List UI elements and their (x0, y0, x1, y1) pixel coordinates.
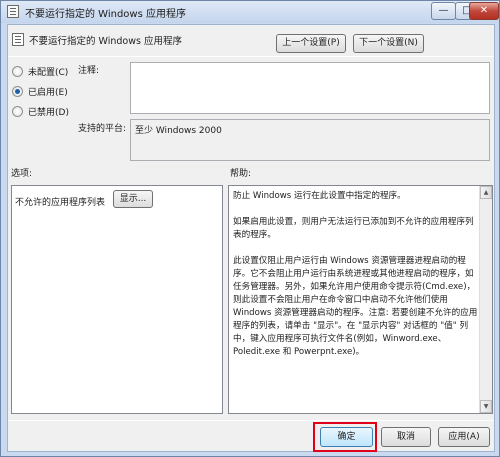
ok-button-highlight (313, 422, 377, 452)
platform-value: 至少 Windows 2000 (135, 126, 222, 136)
cancel-button[interactable]: 取消 (381, 427, 431, 447)
help-paragraph: 如果启用此设置，则用户无法运行已添加到不允许的应用程序列表的程序。 (233, 217, 474, 240)
title-bar[interactable]: 不要运行指定的 Windows 应用程序 — □ ✕ (1, 1, 499, 23)
close-button[interactable]: ✕ (469, 2, 499, 20)
radio-not-configured-circle[interactable] (12, 66, 23, 77)
radio-disabled-circle[interactable] (12, 106, 23, 117)
setting-title: 不要运行指定的 Windows 应用程序 (29, 36, 182, 47)
minimize-button[interactable]: — (431, 2, 456, 20)
platform-label: 支持的平台: (78, 124, 127, 134)
help-panel: 防止 Windows 运行在此设置中指定的程序。 如果启用此设置，则用户无法运行… (228, 185, 493, 414)
scroll-up-arrow-icon[interactable]: ▲ (480, 186, 492, 199)
setting-icon (12, 33, 24, 46)
window-title: 不要运行指定的 Windows 应用程序 (25, 9, 186, 20)
header-separator (8, 56, 494, 57)
help-paragraph: 此设置仅阻止用户运行由 Windows 资源管理器进程启动的程序。它不会阻止用户… (233, 256, 478, 357)
next-setting-button[interactable]: 下一个设置(N) (353, 34, 424, 53)
show-list-button[interactable]: 显示... (113, 190, 153, 208)
dialog-window: 不要运行指定的 Windows 应用程序 — □ ✕ 不要运行指定的 Windo… (0, 0, 500, 457)
policy-icon (7, 5, 19, 18)
radio-not-configured-label[interactable]: 未配置(C) (28, 65, 68, 78)
help-section-label: 帮助: (230, 169, 252, 179)
platform-field: 至少 Windows 2000 (130, 119, 490, 161)
help-scrollbar[interactable]: ▲ ▼ (479, 186, 492, 413)
radio-enabled-circle[interactable] (12, 86, 23, 97)
footer-separator (8, 420, 494, 421)
radio-disabled-label[interactable]: 已禁用(D) (28, 105, 69, 118)
disallowed-list-label: 不允许的应用程序列表 (15, 198, 106, 208)
dialog-client: 不要运行指定的 Windows 应用程序 上一个设置(P) 下一个设置(N) 未… (7, 24, 495, 452)
options-panel: 不允许的应用程序列表 显示... (11, 185, 223, 414)
previous-setting-button[interactable]: 上一个设置(P) (276, 34, 346, 53)
help-paragraph: 防止 Windows 运行在此设置中指定的程序。 (233, 191, 406, 201)
options-section-label: 选项: (11, 169, 33, 179)
comment-input[interactable] (130, 62, 490, 114)
radio-enabled-label[interactable]: 已启用(E) (28, 85, 68, 98)
scroll-down-arrow-icon[interactable]: ▼ (480, 400, 492, 413)
comment-label: 注释: (78, 66, 100, 76)
apply-button[interactable]: 应用(A) (438, 427, 490, 447)
help-text: 防止 Windows 运行在此设置中指定的程序。 如果启用此设置，则用户无法运行… (233, 190, 479, 372)
